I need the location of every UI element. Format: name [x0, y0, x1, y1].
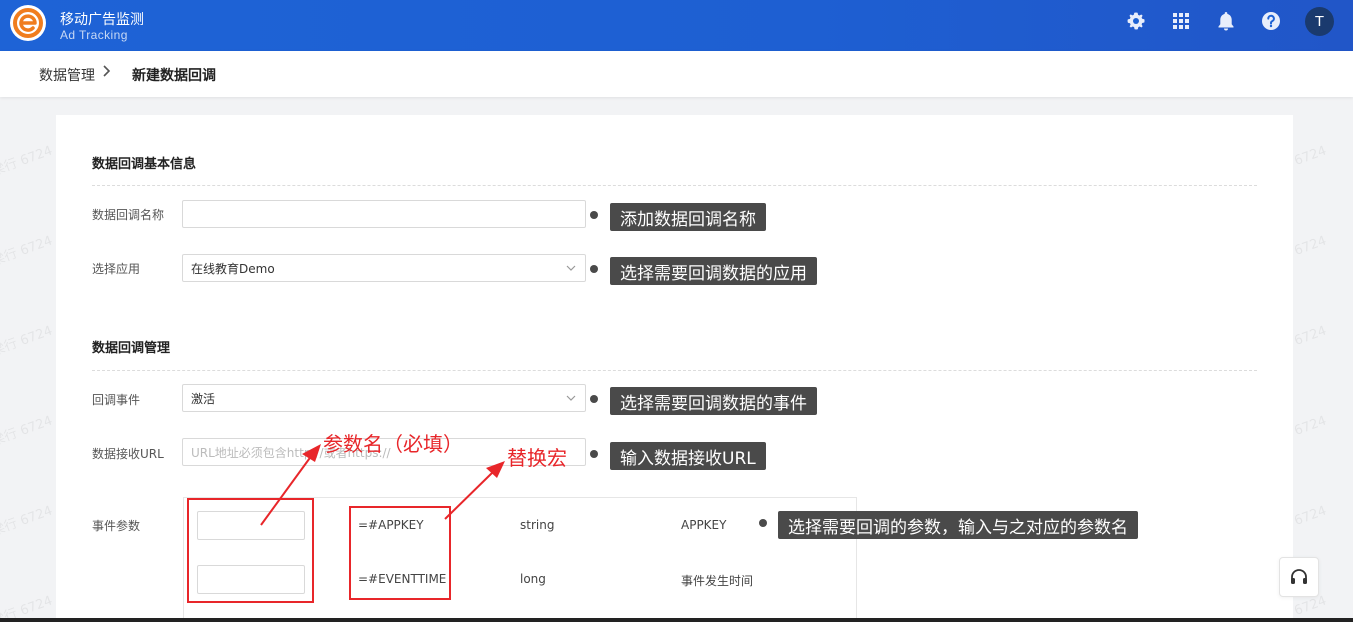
- tooltip-app: 选择需要回调数据的应用: [610, 257, 817, 285]
- top-navigation-bar: 移动广告监测 Ad Tracking T: [0, 0, 1353, 51]
- watermark-text: 梁行 6724: [0, 233, 55, 270]
- divider: [92, 370, 1257, 371]
- url-label: 数据接收URL: [92, 447, 164, 461]
- params-label: 事件参数: [92, 519, 141, 533]
- bell-icon[interactable]: [1215, 10, 1237, 32]
- annotation-box-macro: [349, 506, 451, 600]
- watermark-text: 梁行 6724: [0, 143, 55, 180]
- watermark-text: 梁行 6724: [0, 413, 55, 450]
- breadcrumb-current: 新建数据回调: [132, 68, 216, 84]
- param-display-name: APPKEY: [681, 518, 727, 532]
- divider: [92, 185, 1257, 186]
- app-select-value: 在线教育Demo: [191, 261, 275, 276]
- tooltip-url: 输入数据接收URL: [610, 442, 766, 470]
- event-label: 回调事件: [92, 393, 141, 407]
- annotation-box-param-name: [187, 498, 314, 603]
- gear-icon[interactable]: [1125, 10, 1147, 32]
- tooltip-dot: [590, 395, 598, 403]
- event-select[interactable]: 激活: [182, 384, 586, 412]
- bottom-strip: [0, 618, 1353, 622]
- chevron-down-icon: [566, 265, 576, 271]
- tooltip-dot: [759, 519, 767, 527]
- watermark-text: 梁行 6724: [0, 503, 55, 540]
- app-title: 移动广告监测: [60, 12, 144, 28]
- app-subtitle: Ad Tracking: [60, 28, 128, 42]
- user-avatar[interactable]: T: [1305, 7, 1334, 36]
- headset-icon: [1291, 569, 1307, 584]
- tooltip-params: 选择需要回调的参数，输入与之对应的参数名: [778, 511, 1138, 539]
- breadcrumb-parent[interactable]: 数据管理: [39, 65, 95, 85]
- chevron-down-icon: [566, 395, 576, 401]
- logo-icon: [13, 8, 43, 38]
- app-select[interactable]: 在线教育Demo: [182, 254, 586, 282]
- help-icon[interactable]: [1260, 10, 1282, 32]
- section-title-basic: 数据回调基本信息: [92, 157, 197, 172]
- tooltip-dot: [590, 211, 598, 219]
- name-label: 数据回调名称: [92, 208, 165, 222]
- tooltip-dot: [590, 265, 598, 273]
- annotation-macro: 替换宏: [507, 446, 567, 470]
- param-type: string: [520, 518, 555, 532]
- breadcrumb: 数据管理 新建数据回调: [0, 51, 1353, 97]
- tooltip-event: 选择需要回调数据的事件: [610, 387, 817, 415]
- customer-service-button[interactable]: [1279, 557, 1319, 597]
- param-display-name: 事件发生时间: [681, 574, 754, 588]
- watermark-text: 梁行 6724: [0, 323, 55, 360]
- tooltip-dot: [590, 450, 598, 458]
- event-select-value: 激活: [191, 391, 216, 406]
- app-logo: [10, 5, 46, 41]
- app-label: 选择应用: [92, 262, 141, 276]
- section-title-manage: 数据回调管理: [92, 341, 171, 356]
- callback-name-input[interactable]: [182, 200, 586, 228]
- apps-grid-icon[interactable]: [1170, 10, 1192, 32]
- annotation-param-name: 参数名（必填）: [323, 432, 463, 456]
- chevron-right-icon: [102, 64, 112, 81]
- tooltip-name: 添加数据回调名称: [610, 203, 766, 231]
- param-type: long: [520, 572, 546, 586]
